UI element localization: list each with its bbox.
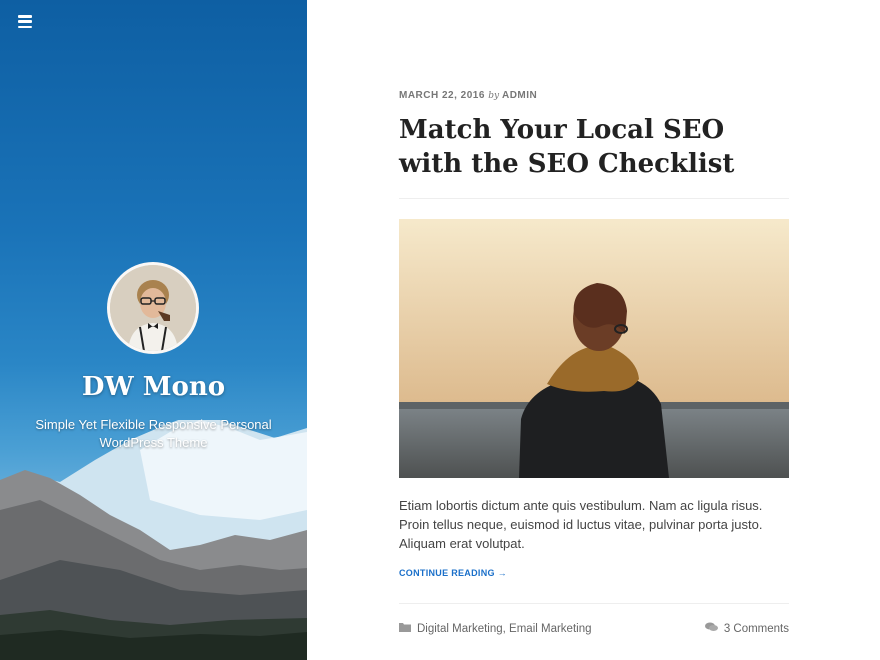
- continue-reading-link[interactable]: CONTINUE READING →: [399, 568, 507, 578]
- featured-image[interactable]: [399, 219, 789, 478]
- sidebar: DW Mono Simple Yet Flexible Responsive P…: [0, 0, 307, 660]
- site-description: Simple Yet Flexible Responsive Personal …: [35, 417, 272, 450]
- divider: [399, 603, 789, 604]
- post-by: by: [488, 91, 500, 101]
- hamburger-menu-icon[interactable]: [18, 15, 32, 28]
- category-link[interactable]: Digital Marketing: [417, 623, 503, 635]
- post-categories: Digital Marketing , Email Marketing: [399, 622, 592, 635]
- category-link[interactable]: Email Marketing: [509, 623, 591, 635]
- post-meta: MARCH 22, 2016 by ADMIN: [399, 90, 537, 101]
- post-comments: 3 Comments: [704, 622, 789, 635]
- avatar: [107, 262, 199, 354]
- post-author[interactable]: ADMIN: [502, 90, 537, 101]
- post-date[interactable]: MARCH 22, 2016: [399, 90, 485, 101]
- divider: [399, 198, 789, 199]
- site-title[interactable]: DW Mono: [0, 372, 307, 402]
- post-title[interactable]: Match Your Local SEO with the SEO Checkl…: [399, 113, 789, 181]
- comments-icon: [704, 622, 718, 635]
- folder-icon: [399, 622, 411, 635]
- post-excerpt: Etiam lobortis dictum ante quis vestibul…: [399, 498, 763, 551]
- post-footer: Digital Marketing , Email Marketing 3 Co…: [399, 622, 789, 638]
- comments-link[interactable]: 3 Comments: [724, 623, 789, 635]
- mountain-background: [0, 420, 307, 660]
